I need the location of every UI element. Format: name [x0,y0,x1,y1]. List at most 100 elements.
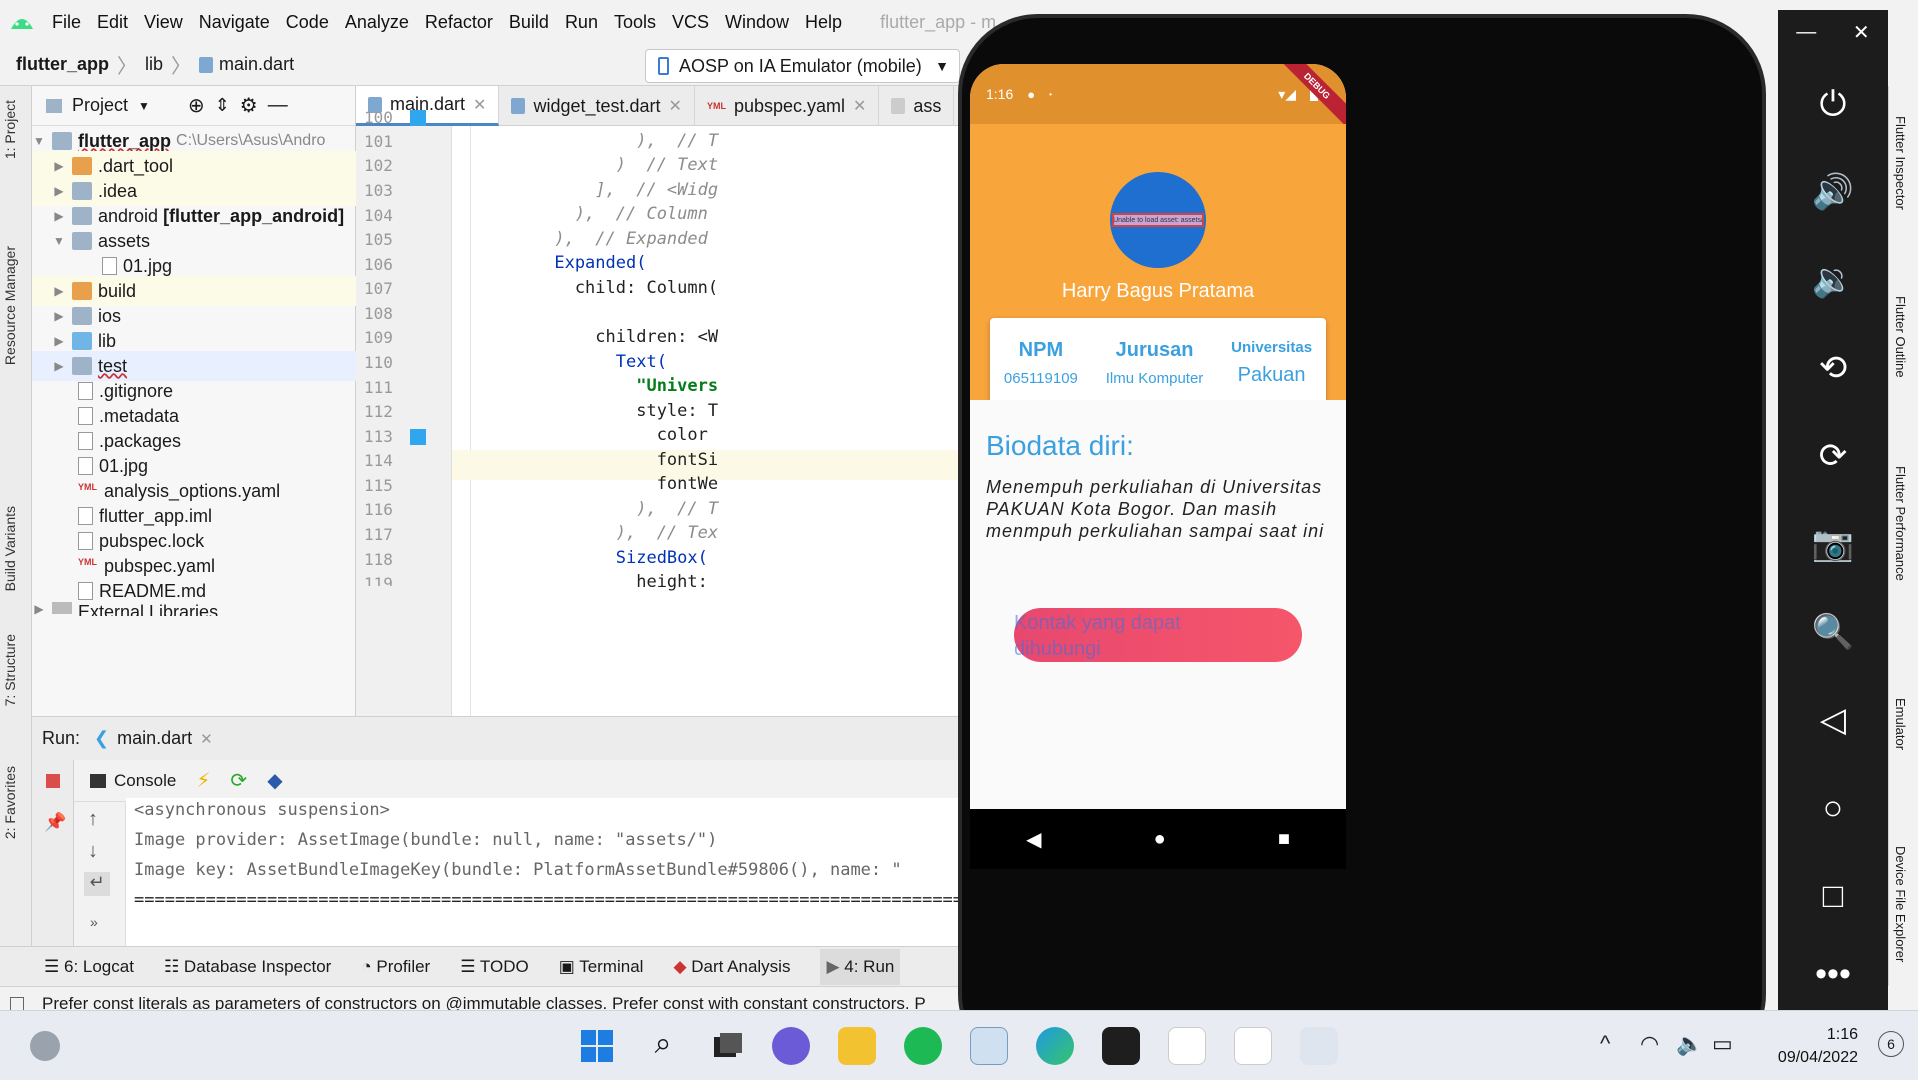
chevron-right-icon[interactable]: ▶ [52,284,66,298]
gear-icon[interactable]: ⚙ [240,93,258,118]
menu-edit[interactable]: Edit [89,12,136,33]
rotate-right-icon[interactable]: ⟳ [1778,426,1888,486]
hide-icon[interactable]: — [268,94,288,117]
overview-icon[interactable]: □ [1778,866,1888,926]
tab-profiler[interactable]: ◔ Profiler [361,957,430,977]
close-icon[interactable]: ✕ [853,96,866,116]
chevron-down-icon[interactable]: ▼ [52,234,66,248]
teams-chat-icon[interactable] [772,1027,810,1065]
task-view-icon[interactable] [708,1027,746,1065]
close-icon[interactable]: ✕ [1853,20,1870,45]
file-explorer-icon[interactable] [838,1027,876,1065]
recents-icon[interactable]: ■ [1278,828,1290,851]
home-icon[interactable]: ○ [1778,778,1888,838]
zoom-icon[interactable]: 🔍 [1778,602,1888,662]
tool-tab-flutter-outline[interactable]: Flutter Outline [1893,296,1908,378]
tool-tab-structure[interactable]: 7: Structure [2,634,18,706]
hot-reload-icon[interactable]: ⚡ [196,768,210,793]
tab-run[interactable]: ▶ 4: Run [820,948,901,985]
tool-tab-build-variants[interactable]: Build Variants [2,506,18,591]
spotify-icon[interactable] [904,1027,942,1065]
menu-run[interactable]: Run [557,12,606,33]
back-icon[interactable]: ◀ [1026,827,1041,852]
tab-terminal[interactable]: ▣ Terminal [559,957,644,977]
task-manager-icon[interactable] [970,1027,1008,1065]
chevron-down-icon[interactable]: ▼ [138,99,150,113]
tree-item-external-libraries[interactable]: ▶ External Libraries [32,602,356,616]
run-config-tab[interactable]: ❮ main.dart ✕ [94,728,213,749]
tool-tab-resource-manager[interactable]: Resource Manager [2,246,18,365]
menu-help[interactable]: Help [797,12,850,33]
status-window-icon[interactable] [10,996,24,1011]
close-icon[interactable]: ✕ [200,730,213,748]
wifi-icon[interactable]: ◠ [1640,1031,1659,1057]
weather-icon[interactable] [30,1031,60,1061]
tab-pubspec-yaml[interactable]: YML pubspec.yaml ✕ [695,86,880,126]
menu-build[interactable]: Build [501,12,557,33]
emulator-screen[interactable]: 1:16 ● • ▾◢ DEBUG Unable to load asset: … [970,64,1346,809]
tab-widget-test[interactable]: widget_test.dart ✕ [499,86,695,126]
android-studio-app-icon[interactable] [1234,1027,1272,1065]
system-clock[interactable]: 1:16 09/04/2022 [1778,1023,1858,1069]
breadcrumb-lib[interactable]: lib [145,54,163,75]
hot-restart-icon[interactable]: ⟳ [230,768,247,793]
tab-dart-analysis[interactable]: ◆ Dart Analysis [673,957,790,977]
home-icon[interactable]: ● [1154,828,1166,851]
menu-tools[interactable]: Tools [606,12,664,33]
chevron-right-icon[interactable]: ▶ [52,159,66,173]
tool-tab-device-file-explorer[interactable]: Device File Explorer [1893,846,1908,976]
notification-badge[interactable]: 6 [1878,1031,1904,1057]
stop-icon[interactable] [46,774,60,788]
volume-up-icon[interactable]: 🔊 [1778,162,1888,222]
pin-icon[interactable]: 📌 [44,812,66,833]
edge-icon[interactable] [1036,1027,1074,1065]
menu-window[interactable]: Window [717,12,797,33]
menu-vcs[interactable]: VCS [664,12,717,33]
tool-tab-flutter-inspector[interactable]: Flutter Inspector [1893,116,1908,210]
tab-logcat[interactable]: ☰ 6: Logcat [44,957,134,977]
tab-todo[interactable]: ☰ TODO [460,957,528,977]
arrow-up-icon[interactable]: ↑ [88,808,98,831]
soft-wrap-icon[interactable]: ↵ [84,872,110,896]
menu-file[interactable]: File [44,12,89,33]
chevron-up-icon[interactable]: ^ [1600,1031,1610,1057]
console-tab[interactable]: Console [90,771,176,791]
volume-icon[interactable]: 🔈 [1676,1031,1703,1057]
dart-devtools-icon[interactable]: ◆ [267,768,282,793]
battery-icon[interactable]: ▭ [1712,1031,1733,1057]
locate-icon[interactable]: ⊕ [188,93,205,118]
more-icon[interactable]: ••• [1778,954,1888,994]
rotate-left-icon[interactable]: ⟲ [1778,338,1888,398]
tool-tab-flutter-performance[interactable]: Flutter Performance [1893,466,1908,581]
chevron-right-icon[interactable]: ▶ [52,184,66,198]
chevron-right-icon[interactable]: ▶ [52,209,66,223]
tab-assets[interactable]: ass [879,86,955,126]
color-swatch-icon[interactable] [410,429,426,445]
device-selector[interactable]: AOSP on IA Emulator (mobile) ▼ [645,49,960,83]
menu-view[interactable]: View [136,12,191,33]
collapse-all-icon[interactable]: ⇕ [215,95,230,116]
breadcrumb-file[interactable]: main.dart [199,54,294,75]
chevron-down-icon[interactable]: ▼ [32,134,46,148]
chevron-right-icon[interactable]: ▶ [52,309,66,323]
chevron-right-icon[interactable]: ▶ [52,334,66,348]
start-icon[interactable] [578,1027,616,1065]
console-output[interactable]: <asynchronous suspension> Image provider… [126,798,980,946]
chevron-right-icon[interactable]: ▶ [32,602,46,616]
arrow-down-icon[interactable]: ↓ [88,840,98,863]
breadcrumb-project[interactable]: flutter_app [16,54,109,75]
emulator-app-icon[interactable] [1300,1027,1338,1065]
search-icon[interactable]: ⌕ [644,1027,682,1065]
color-swatch-icon[interactable] [410,110,426,126]
power-icon[interactable]: ⏻ [1778,74,1888,134]
volume-down-icon[interactable]: 🔉 [1778,250,1888,310]
terminal-app-icon[interactable] [1102,1027,1140,1065]
more-icon[interactable]: » [90,914,98,930]
camera-icon[interactable]: 📷 [1778,514,1888,574]
tool-tab-emulator[interactable]: Emulator [1893,698,1908,750]
close-icon[interactable]: ✕ [473,95,486,115]
close-icon[interactable]: ✕ [669,96,682,116]
word-app-icon[interactable] [1168,1027,1206,1065]
menu-refactor[interactable]: Refactor [417,12,501,33]
tool-tab-favorites[interactable]: 2: Favorites [2,766,18,839]
